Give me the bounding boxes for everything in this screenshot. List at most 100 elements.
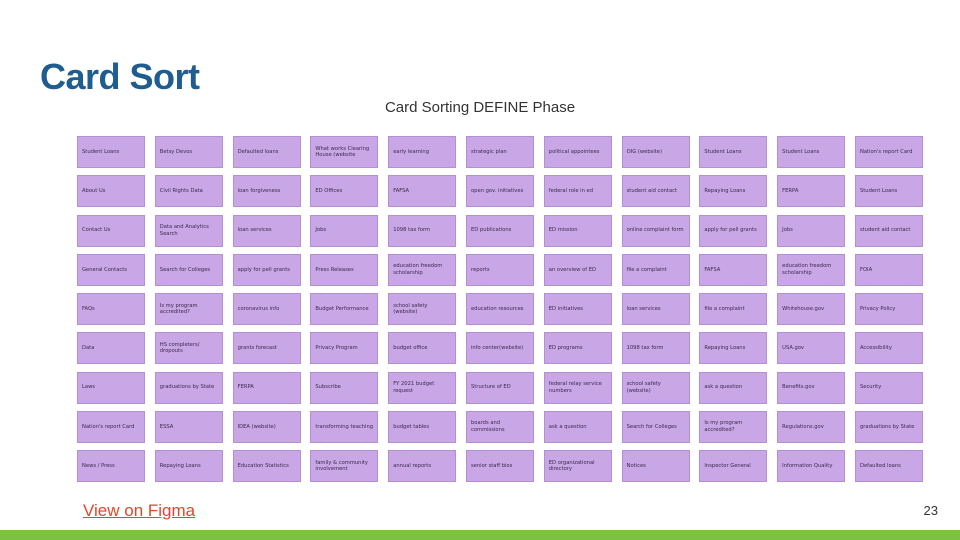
sort-card[interactable]: graduations by State xyxy=(154,371,223,404)
sort-card[interactable]: FERPA xyxy=(777,175,846,208)
sort-card[interactable]: Nation's report Card xyxy=(854,136,923,168)
sort-card[interactable]: Data and Analytics Search xyxy=(154,214,223,247)
sort-card[interactable]: Defaulted loans xyxy=(232,136,301,168)
sort-card[interactable]: Education Statistics xyxy=(232,450,301,482)
sort-card[interactable]: education freedom scholarship xyxy=(777,253,846,286)
sort-card[interactable]: boards and commissions xyxy=(465,410,534,443)
sort-card[interactable]: FAFSA xyxy=(699,253,768,286)
sort-card[interactable]: Security xyxy=(854,371,923,404)
sort-card[interactable]: ask a question xyxy=(543,410,612,443)
sort-card[interactable]: News / Press xyxy=(77,450,145,482)
sort-card[interactable]: loan services xyxy=(232,214,301,247)
sort-card[interactable]: student aid contact xyxy=(854,214,923,247)
sort-card[interactable]: strategic plan xyxy=(465,136,534,168)
sort-card[interactable]: loan forgiveness xyxy=(232,175,301,208)
sort-card[interactable]: Structure of ED xyxy=(465,371,534,404)
sort-card[interactable]: file a complaint xyxy=(699,293,768,325)
sort-card[interactable]: federal relay service numbers xyxy=(543,371,612,404)
sort-card[interactable]: ESSA xyxy=(154,410,223,443)
sort-card[interactable]: transforming teaching xyxy=(310,410,379,443)
sort-card[interactable]: Betsy Devos xyxy=(154,136,223,168)
sort-card[interactable]: apply for pell grants xyxy=(232,253,301,286)
sort-card[interactable]: Repaying Loans xyxy=(699,175,768,208)
sort-card[interactable]: Student Loans xyxy=(77,136,145,168)
sort-card[interactable]: Accessibility xyxy=(854,332,923,365)
sort-card[interactable]: Nation's report Card xyxy=(77,410,145,443)
view-on-figma-link[interactable]: View on Figma xyxy=(83,501,195,521)
sort-card[interactable]: HS completers/ dropouts xyxy=(154,332,223,365)
sort-card[interactable]: Defaulted loans xyxy=(854,450,923,482)
sort-card[interactable]: 1098 tax form xyxy=(388,214,457,247)
sort-card[interactable]: Search for Colleges xyxy=(621,410,690,443)
sort-card[interactable]: General Contacts xyxy=(77,253,145,286)
sort-card[interactable]: online complaint form xyxy=(621,214,690,247)
sort-card[interactable]: FAQs xyxy=(77,293,145,325)
sort-card[interactable]: Data xyxy=(77,332,145,365)
sort-card[interactable]: ED initiatives xyxy=(543,293,612,325)
sort-card[interactable]: USA.gov xyxy=(777,332,846,365)
sort-card[interactable]: political appointees xyxy=(543,136,612,168)
sort-card[interactable]: Student Loans xyxy=(854,175,923,208)
sort-card[interactable]: Whitehouse.gov xyxy=(777,293,846,325)
sort-card[interactable]: Repaying Loans xyxy=(154,450,223,482)
sort-card[interactable]: Is my program accredited? xyxy=(154,293,223,325)
sort-card[interactable]: About Us xyxy=(77,175,145,208)
sort-card[interactable]: ED mission xyxy=(543,214,612,247)
sort-card[interactable]: education freedom scholarship xyxy=(388,253,457,286)
sort-card[interactable]: info center(website) xyxy=(465,332,534,365)
sort-card[interactable]: Privacy Program xyxy=(310,332,379,365)
sort-card[interactable]: budget tables xyxy=(388,410,457,443)
sort-card[interactable]: loan services xyxy=(621,293,690,325)
sort-card[interactable]: family & community involvement xyxy=(310,450,379,482)
sort-card[interactable]: 1098 tax form xyxy=(621,332,690,365)
sort-card[interactable]: school safety (website) xyxy=(621,371,690,404)
sort-card[interactable]: early learning xyxy=(388,136,457,168)
sort-card[interactable]: ED organizational directory xyxy=(543,450,612,482)
sort-card[interactable]: Student Loans xyxy=(699,136,768,168)
sort-card[interactable]: apply for pell grants xyxy=(699,214,768,247)
sort-card[interactable]: Jobs xyxy=(310,214,379,247)
sort-card[interactable]: reports xyxy=(465,253,534,286)
sort-card[interactable]: ED Offices xyxy=(310,175,379,208)
sort-card[interactable]: FERPA xyxy=(232,371,301,404)
sort-card[interactable]: Notices xyxy=(621,450,690,482)
sort-card[interactable]: FY 2021 budget request xyxy=(388,371,457,404)
sort-card[interactable]: ask a question xyxy=(699,371,768,404)
sort-card[interactable]: FOIA xyxy=(854,253,923,286)
sort-card[interactable]: education resources xyxy=(465,293,534,325)
sort-card[interactable]: Jobs xyxy=(777,214,846,247)
sort-card[interactable]: Benefits.gov xyxy=(777,371,846,404)
sort-card[interactable]: annual reports xyxy=(388,450,457,482)
sort-card[interactable]: coronavirus info xyxy=(232,293,301,325)
sort-card[interactable]: school safety (website) xyxy=(388,293,457,325)
sort-card[interactable]: graduations by State xyxy=(854,410,923,443)
sort-card[interactable]: an overview of ED xyxy=(543,253,612,286)
sort-card[interactable]: OIG (website) xyxy=(621,136,690,168)
sort-card[interactable]: IDEA (website) xyxy=(232,410,301,443)
sort-card[interactable]: grants forecast xyxy=(232,332,301,365)
sort-card[interactable]: Is my program accredited? xyxy=(699,410,768,443)
sort-card[interactable]: ED publications xyxy=(465,214,534,247)
sort-card[interactable]: Privacy Policy xyxy=(854,293,923,325)
sort-card[interactable]: file a complaint xyxy=(621,253,690,286)
sort-card[interactable]: Subscribe xyxy=(310,371,379,404)
sort-card[interactable]: What works Clearing House (website xyxy=(310,136,379,168)
sort-card[interactable]: Budget Performance xyxy=(310,293,379,325)
sort-card[interactable]: ED programs xyxy=(543,332,612,365)
sort-card[interactable]: Repaying Loans xyxy=(699,332,768,365)
sort-card[interactable]: Press Releases xyxy=(310,253,379,286)
sort-card[interactable]: senior staff bios xyxy=(465,450,534,482)
sort-card[interactable]: Search for Colleges xyxy=(154,253,223,286)
sort-card[interactable]: Contact Us xyxy=(77,214,145,247)
sort-card[interactable]: Laws xyxy=(77,371,145,404)
sort-card[interactable]: federal role in ed xyxy=(543,175,612,208)
sort-card[interactable]: budget office xyxy=(388,332,457,365)
sort-card[interactable]: Information Quality xyxy=(777,450,846,482)
sort-card[interactable]: student aid contact xyxy=(621,175,690,208)
sort-card[interactable]: Inspector General xyxy=(699,450,768,482)
sort-card[interactable]: FAFSA xyxy=(388,175,457,208)
sort-card[interactable]: open gov. initiatives xyxy=(465,175,534,208)
sort-card[interactable]: Civil Rights Data xyxy=(154,175,223,208)
sort-card[interactable]: Student Loans xyxy=(777,136,846,168)
sort-card[interactable]: Regulations.gov xyxy=(777,410,846,443)
